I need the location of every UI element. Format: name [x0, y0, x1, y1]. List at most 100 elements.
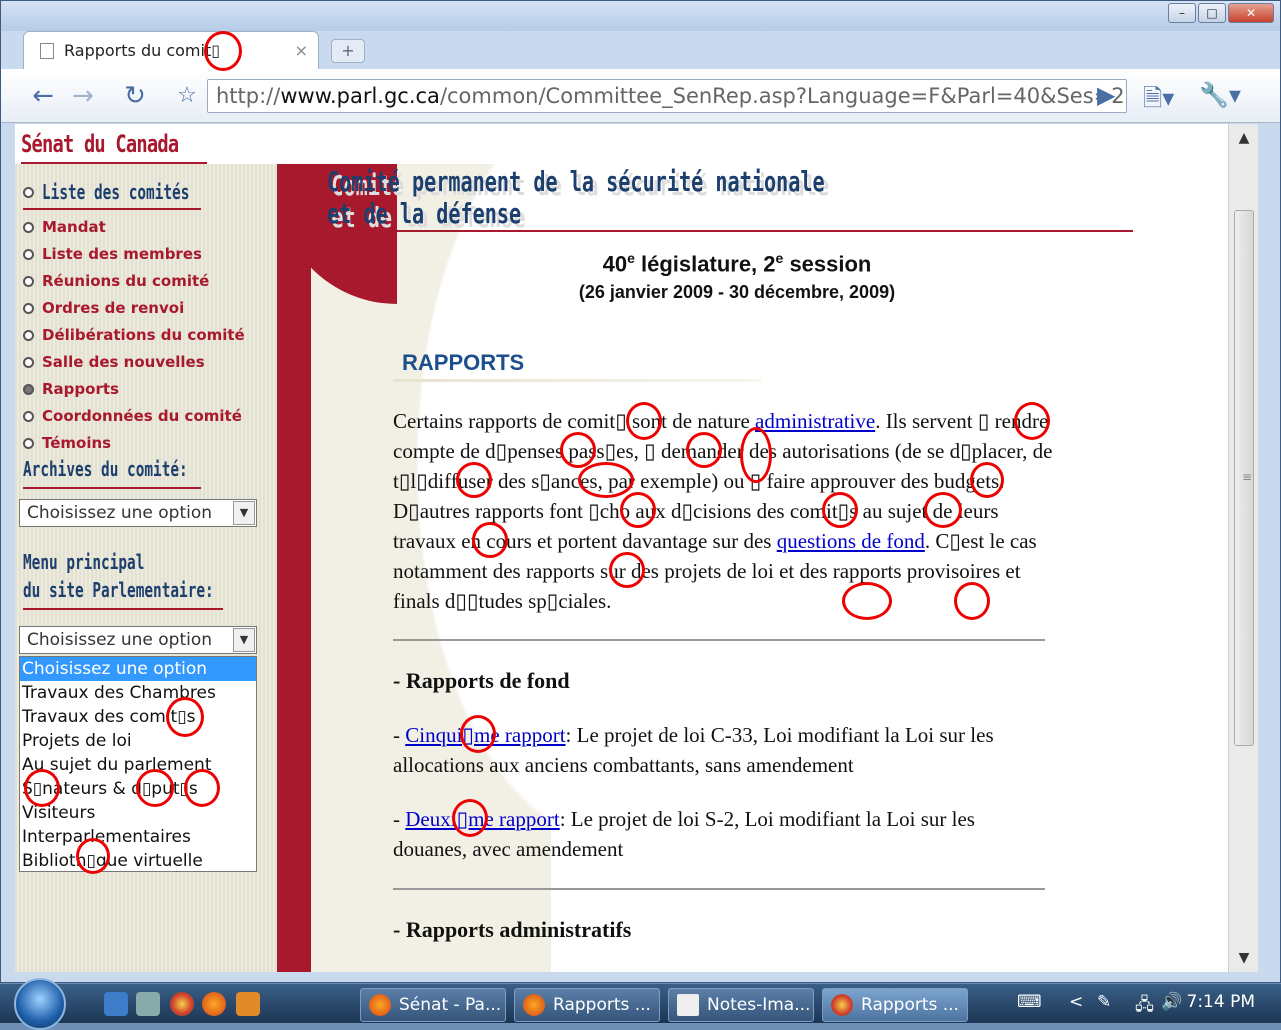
administrative-link[interactable]: administrative: [755, 409, 875, 433]
sidebar-item-membres[interactable]: Liste des membres: [23, 245, 202, 263]
divider: [311, 230, 1133, 232]
task-label: Sénat - Pa...: [399, 995, 502, 1015]
volume-icon[interactable]: 🔊: [1161, 992, 1182, 1012]
report-link[interactable]: Cinqui▯me rapport: [405, 723, 565, 747]
sidebar-item-temoins[interactable]: Témoins: [23, 434, 111, 452]
reload-icon[interactable]: ↻: [117, 81, 153, 111]
minimize-button[interactable]: –: [1168, 3, 1196, 23]
dropdown-option[interactable]: Choisissez une option: [20, 657, 256, 681]
forward-icon[interactable]: →: [65, 81, 101, 111]
archives-select[interactable]: Choisissez une option ▼: [19, 499, 257, 527]
committee-title-line1: Comité permanent de la sécurité national…: [327, 165, 825, 198]
divider: [393, 888, 1045, 890]
questions-de-fond-link[interactable]: questions de fond: [777, 529, 925, 553]
pen-icon[interactable]: ✎: [1097, 992, 1111, 1012]
tab-close-icon[interactable]: ×: [295, 41, 308, 60]
site-name[interactable]: Sénat du Canada: [21, 130, 179, 158]
maximize-button[interactable]: □: [1198, 3, 1226, 23]
tray-expand-icon[interactable]: <: [1069, 992, 1083, 1012]
chrome-icon: [831, 994, 853, 1016]
keyboard-icon[interactable]: ⌨: [1017, 992, 1042, 1012]
menu-dropdown-list[interactable]: Choisissez une option Travaux des Chambr…: [19, 656, 257, 872]
site-header: [15, 124, 1228, 164]
scroll-up-icon[interactable]: ▲: [1229, 124, 1259, 152]
network-icon[interactable]: 🖧: [1135, 992, 1154, 1021]
dropdown-option[interactable]: Visiteurs: [20, 801, 256, 825]
report-link[interactable]: Deuxi▯me rapport: [405, 807, 559, 831]
new-tab-button[interactable]: +: [331, 39, 365, 63]
paragraph-text: Certains rapports de comit▯ sont de natu…: [393, 409, 756, 433]
bullet-icon: [23, 383, 34, 395]
url-prefix: http://: [216, 84, 281, 108]
section-heading: RAPPORTS: [402, 350, 525, 375]
bullet-icon: [23, 275, 34, 287]
sidebar-item-nouvelles[interactable]: Salle des nouvelles: [23, 353, 205, 371]
dropdown-option[interactable]: Au sujet du parlement: [20, 753, 256, 777]
dropdown-option[interactable]: Projets de loi: [20, 729, 256, 753]
menu-select[interactable]: Choisissez une option ▼: [19, 626, 257, 654]
dropdown-option[interactable]: Interparlementaires: [20, 825, 256, 849]
bookmark-star-icon[interactable]: ☆: [169, 81, 205, 111]
desktop-icon[interactable]: [104, 992, 128, 1016]
bullet-icon: [23, 302, 34, 314]
menu-heading-line1: Menu principal: [23, 550, 145, 574]
divider: [393, 379, 761, 382]
dash: -: [393, 807, 406, 831]
go-icon[interactable]: ▶: [1097, 81, 1115, 109]
bullet-icon: [23, 356, 34, 368]
taskbar-item[interactable]: Notes-Ima...: [668, 988, 814, 1022]
dropdown-option[interactable]: Travaux des comit▯s: [20, 705, 256, 729]
chrome-icon[interactable]: [170, 992, 194, 1016]
divider: [23, 608, 223, 610]
sidebar-item-liste-des-comites[interactable]: Liste des comités: [23, 180, 247, 204]
sidebar-item-coordonnees[interactable]: Coordonnées du comité: [23, 407, 242, 425]
taskbar-item[interactable]: Rapports ...: [514, 988, 660, 1022]
notepad-icon: [677, 994, 699, 1016]
sidebar-item-mandat[interactable]: Mandat: [23, 218, 106, 236]
taskbar-item[interactable]: Sénat - Pa...: [360, 988, 506, 1022]
media-player-icon[interactable]: [236, 992, 260, 1016]
taskbar: Sénat - Pa... Rapports ... Notes-Ima... …: [0, 978, 1281, 1030]
dropdown-option[interactable]: Biblioth▯que virtuelle: [20, 849, 256, 873]
bullet-icon: [23, 221, 34, 233]
scroll-down-icon[interactable]: ▼: [1229, 944, 1259, 972]
dropdown-option[interactable]: Travaux des Chambres: [20, 681, 256, 705]
bullet-icon: [23, 410, 34, 422]
session-text: session: [783, 251, 872, 277]
wrench-menu-icon[interactable]: 🔧▾: [1199, 81, 1241, 109]
close-window-button[interactable]: ✕: [1228, 3, 1274, 23]
task-label: Notes-Ima...: [707, 995, 811, 1015]
title-bar: – □ ✕: [1, 1, 1280, 31]
browser-tab[interactable]: Rapports du comit▯ ×: [23, 31, 319, 69]
committee-title-line2: et de la défense: [327, 197, 522, 230]
taskbar-item-active[interactable]: Rapports ...: [822, 988, 968, 1022]
address-bar[interactable]: http://www.parl.gc.ca/common/Committee_S…: [207, 79, 1127, 113]
dropdown-option[interactable]: S▯nateurs & d▯put▯s: [20, 777, 256, 801]
sidebar-item-rapports[interactable]: Rapports: [23, 380, 119, 398]
legislature-heading: 40e législature, 2e session: [445, 250, 1029, 277]
sidebar-item-ordres[interactable]: Ordres de renvoi: [23, 299, 184, 317]
vertical-scrollbar[interactable]: ▲ ≡ ▼: [1228, 124, 1258, 972]
chevron-down-icon[interactable]: ▼: [233, 628, 255, 652]
firefox-icon: [369, 994, 391, 1016]
firefox-icon: [523, 994, 545, 1016]
clock[interactable]: 7:14 PM: [1187, 992, 1256, 1012]
chevron-down-icon[interactable]: ▼: [233, 501, 255, 525]
bullet-icon: [23, 248, 34, 260]
sidebar-item-deliberations[interactable]: Délibérations du comité: [23, 326, 245, 344]
window-switcher-icon[interactable]: [136, 992, 160, 1016]
page-menu-icon[interactable]: 🗎▾: [1143, 81, 1174, 122]
divider: [23, 208, 201, 210]
divider: [21, 162, 207, 164]
page-content: Sénat du Canada Liste des comités Mandat…: [15, 124, 1228, 972]
report-item: - Cinqui▯me rapport: Le projet de loi C-…: [393, 720, 1053, 780]
superscript: e: [627, 250, 635, 266]
task-label: Rapports ...: [861, 995, 959, 1015]
sidebar-item-reunions[interactable]: Réunions du comité: [23, 272, 209, 290]
subheading-fond: - Rapports de fond: [393, 668, 570, 693]
browser-toolbar: ← → ↻ ☆ http://www.parl.gc.ca/common/Com…: [1, 69, 1280, 123]
back-icon[interactable]: ←: [25, 81, 61, 111]
firefox-icon[interactable]: [202, 992, 226, 1016]
report-item: - Deuxi▯me rapport: Le projet de loi S-2…: [393, 804, 1053, 864]
start-button[interactable]: [14, 978, 66, 1030]
